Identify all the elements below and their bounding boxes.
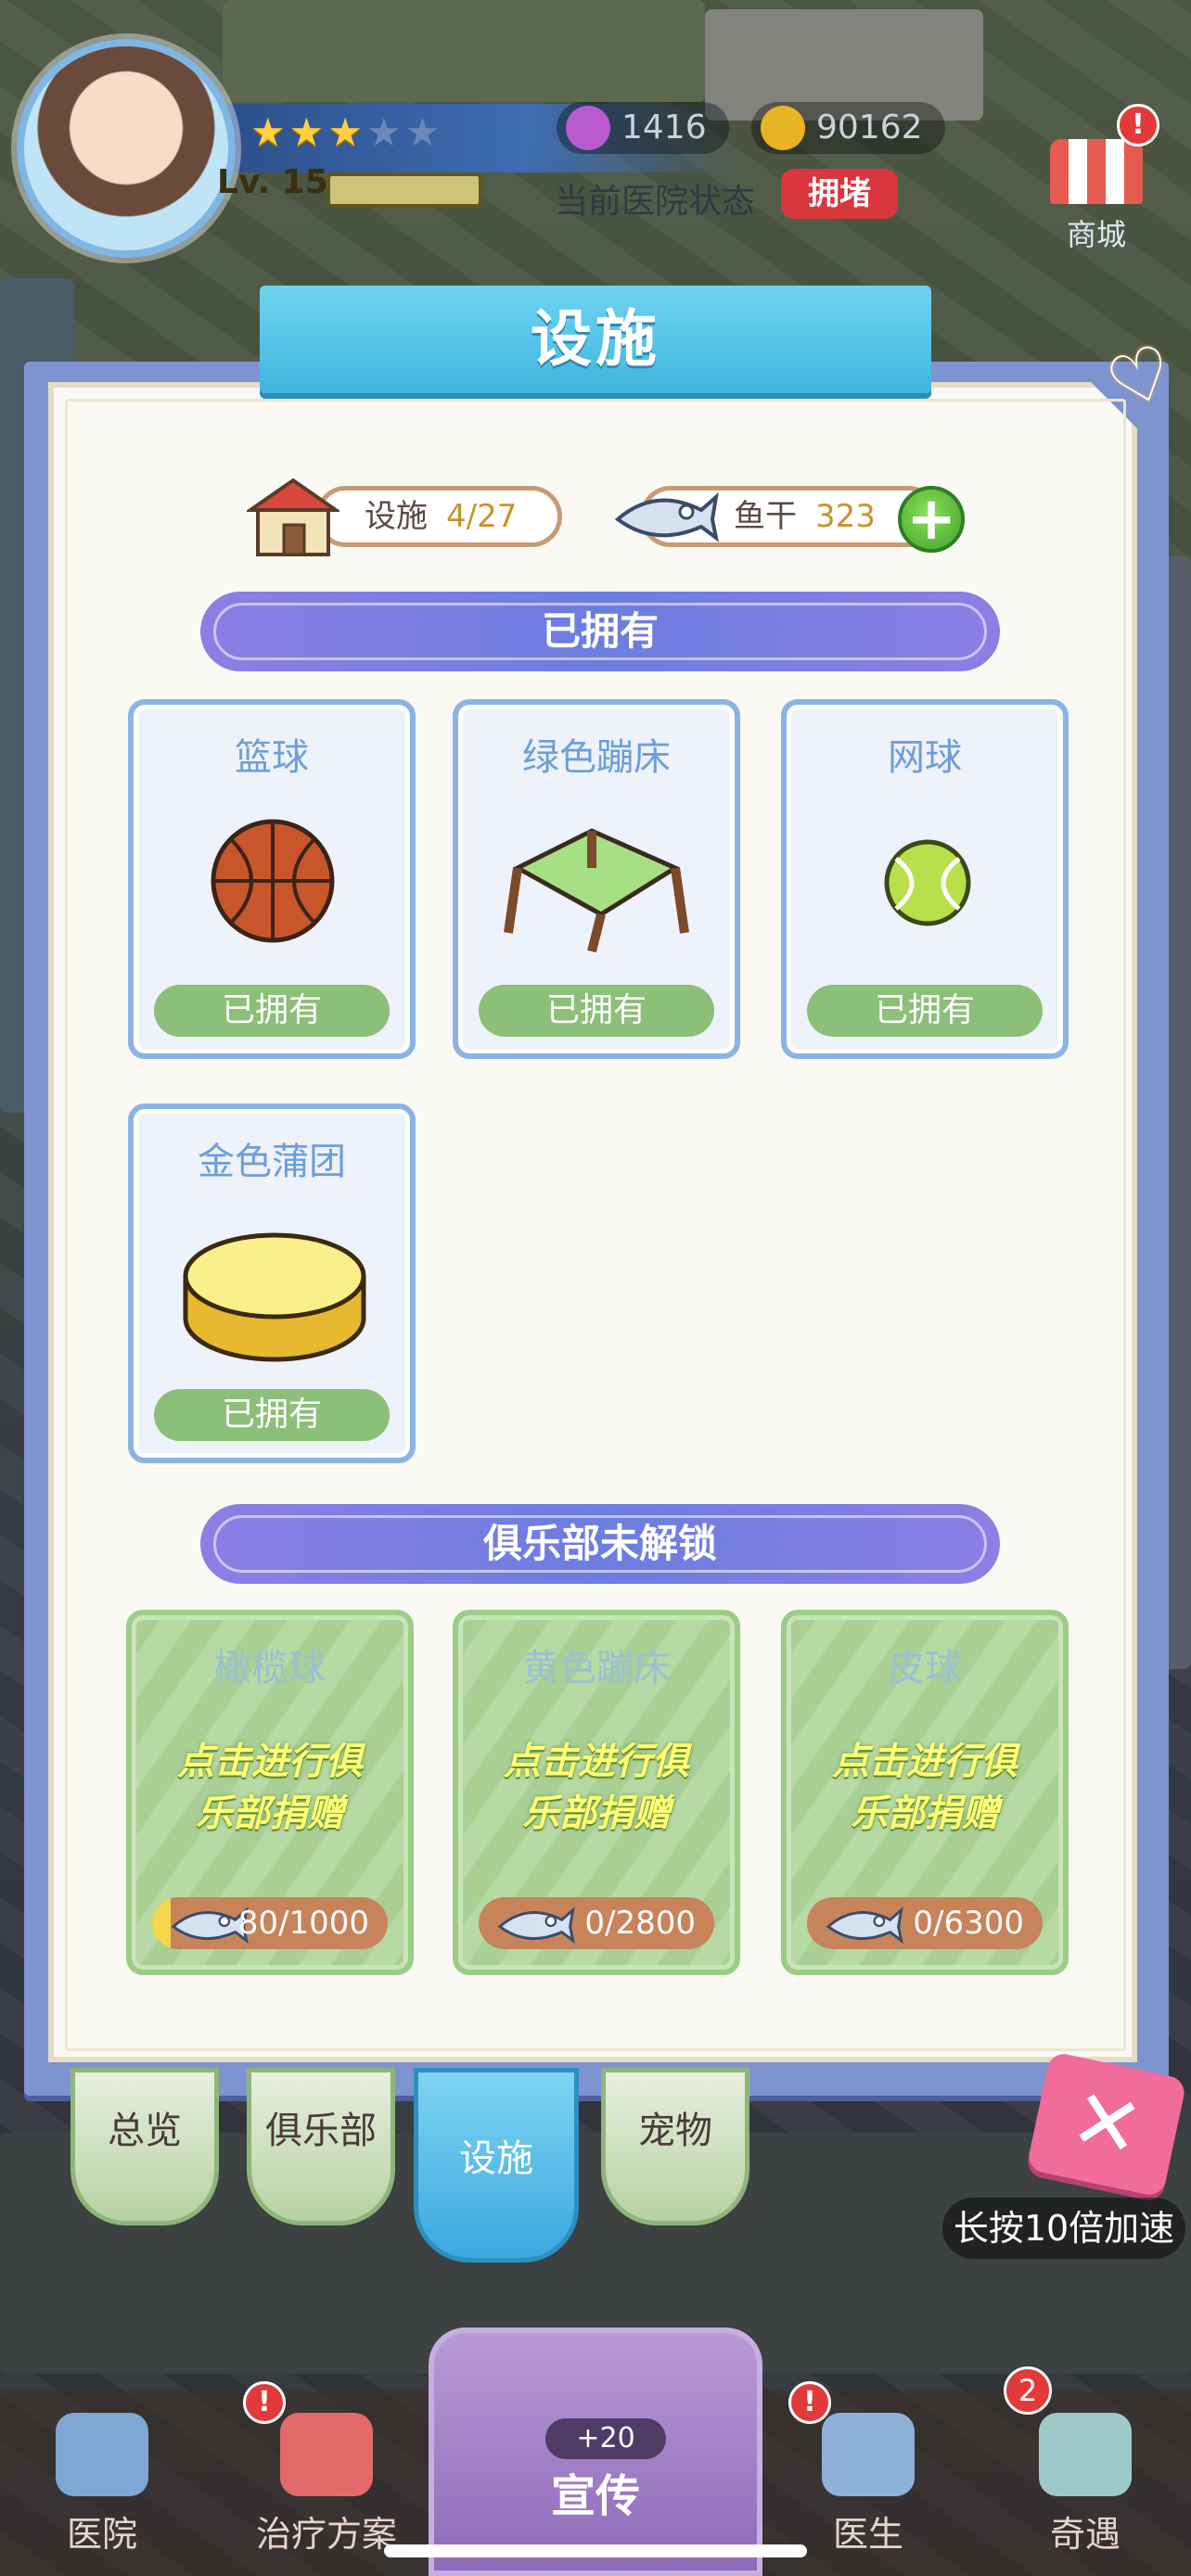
donation-progress: 80/1000 [152,1897,388,1949]
star-icon: ★ [288,109,328,155]
coin-counter[interactable]: 90162 [751,102,945,154]
star-icon: ★ [250,109,289,155]
coin-value: 90162 [816,108,923,147]
fish-counter-value: 323 [815,498,876,535]
shop-label: 商城 [1066,217,1126,252]
fish-icon [826,1906,903,1945]
trampoline-icon [504,828,689,953]
hospital-status-label: 当前医院状态 [555,183,756,221]
fish-icon [614,491,719,542]
basketball-icon [211,819,335,943]
facility-counter-value: 4/27 [446,498,518,535]
gem-value: 1416 [621,108,707,147]
owned-button[interactable]: 已拥有 [479,985,714,1037]
nav-hospital[interactable]: 医院 [0,2391,204,2576]
owned-button[interactable]: 已拥有 [154,1389,390,1441]
star-icon: ★ [365,109,405,155]
facility-name: 黄色蹦床 [522,1647,671,1690]
xp-bar [327,172,482,208]
add-fish-button[interactable]: + [898,486,965,553]
tab-label: 俱乐部 [265,2110,377,2152]
facility-card-gold-cushion[interactable]: 金色蒲团 已拥有 [128,1103,416,1463]
owned-button[interactable]: 已拥有 [807,985,1043,1037]
donation-progress: 0/6300 [807,1897,1043,1949]
house-icon [247,478,339,556]
facility-card-green-trampoline[interactable]: 绿色蹦床 已拥有 [453,699,740,1059]
tab-club[interactable]: 俱乐部 [247,2068,395,2225]
facility-counter: 设施 4/27 [315,486,562,547]
tab-pets[interactable]: 宠物 [601,2068,749,2225]
tab-label: 总览 [108,2110,182,2152]
facility-name: 绿色蹦床 [522,736,671,779]
star-icon: ★ [404,109,444,155]
facility-card-tennis-ball[interactable]: 网球 已拥有 [781,699,1069,1059]
facility-name: 皮球 [888,1647,962,1690]
nav-label: 医院 [66,2514,137,2555]
tab-label: 宠物 [638,2110,712,2152]
donate-hint: 点击进行俱 乐部捐赠 [832,1741,1018,1835]
hospital-icon [56,2413,148,2496]
player-level: Lv. 15 [217,163,328,201]
facility-name: 橄榄球 [214,1647,326,1690]
donation-progress-text: 0/6300 [913,1905,1024,1942]
medkit-icon [280,2413,373,2496]
donation-progress-text: 80/1000 [237,1905,369,1942]
speed-up-tip: 长按10倍加速 [942,2198,1185,2259]
fish-icon [497,1906,575,1945]
shop-icon [1050,139,1143,204]
donate-hint: 点击进行俱 乐部捐赠 [504,1741,689,1835]
cushion-icon [183,1232,366,1362]
tennis-ball-icon [884,839,971,926]
owned-button[interactable]: 已拥有 [154,985,390,1037]
facility-card-yellow-trampoline[interactable]: 黄色蹦床 点击进行俱 乐部捐赠 0/2800 [453,1610,740,1975]
donation-progress-text: 0/2800 [584,1905,696,1942]
tab-facilities[interactable]: 设施 [414,2068,579,2263]
star-rating: ★★★★★ [250,109,443,155]
nav-label: 奇遇 [1049,2514,1121,2555]
facility-card-basketball[interactable]: 篮球 已拥有 [128,699,416,1059]
locked-section-header: 俱乐部未解锁 [200,1504,1000,1584]
hospital-status-badge: 拥堵 [781,169,898,219]
donation-progress: 0/2800 [479,1897,714,1949]
doctor-alert-badge: ! [788,2381,831,2424]
building-icon [1039,2413,1132,2496]
facility-name: 网球 [888,736,962,779]
nav-label: 宣传 [550,2470,640,2522]
shop-alert-badge: ! [1117,104,1159,147]
fish-counter-label: 鱼干 [734,498,797,535]
gem-counter[interactable]: 1416 [557,102,729,154]
player-avatar[interactable] [17,39,236,258]
nav-promote[interactable]: +20 宣传 [429,2327,762,2576]
doctor-icon [822,2413,915,2496]
coin-icon [761,106,805,150]
adventure-count-badge: 2 [1004,2366,1052,2415]
home-indicator[interactable] [384,2544,807,2557]
modal-title: 设施 [531,303,660,375]
facility-card-rubber-ball[interactable]: 皮球 点击进行俱 乐部捐赠 0/6300 [781,1610,1069,1975]
owned-section-header: 已拥有 [200,592,1000,671]
close-icon: ✕ [1062,2069,1151,2179]
star-icon: ★ [327,109,366,155]
promote-bonus-badge: +20 [545,2418,666,2459]
facility-name: 金色蒲团 [198,1141,346,1183]
facility-counter-label: 设施 [365,498,428,535]
gem-icon [566,106,610,150]
tab-overview[interactable]: 总览 [70,2068,219,2225]
facility-card-rugby[interactable]: 橄榄球 点击进行俱 乐部捐赠 80/1000 [126,1610,414,1975]
nav-adventure[interactable]: 奇遇 [983,2391,1187,2576]
tab-label: 设施 [459,2137,533,2180]
facility-name: 篮球 [235,736,309,779]
treatment-alert-badge: ! [243,2381,286,2424]
donate-hint: 点击进行俱 乐部捐赠 [177,1741,363,1835]
